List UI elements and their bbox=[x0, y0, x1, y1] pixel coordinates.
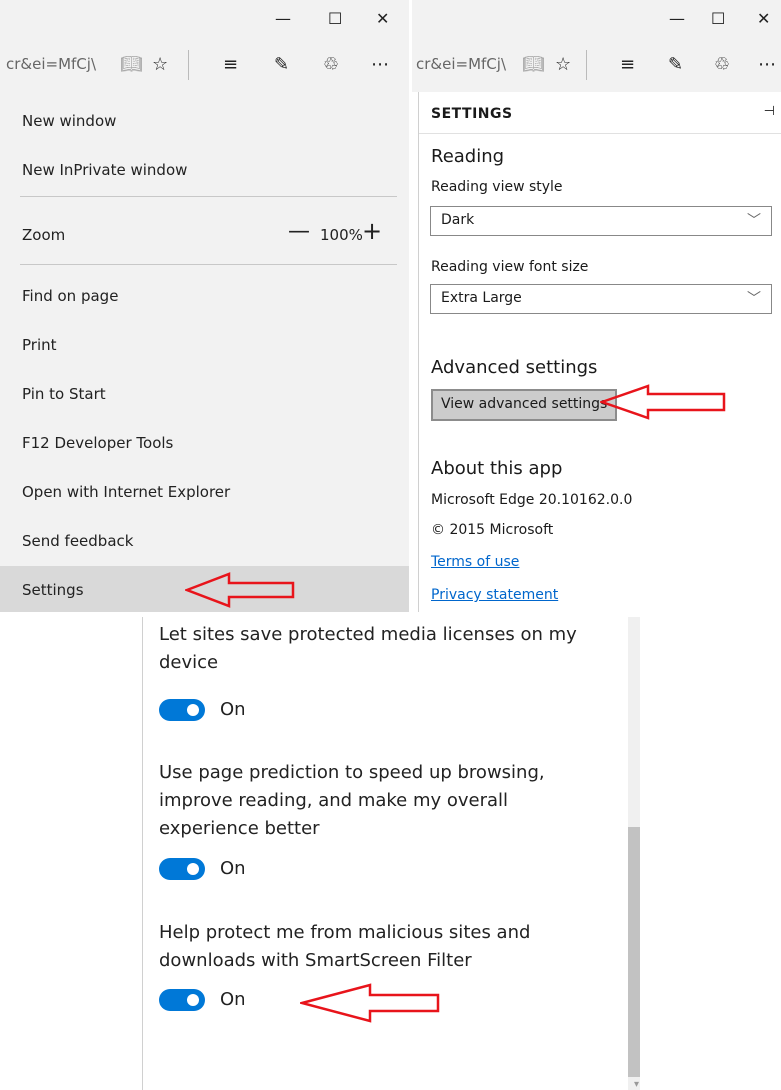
menu-item-feedback[interactable]: Send feedback bbox=[22, 532, 133, 550]
menu-item-new-inprivate[interactable]: New InPrivate window bbox=[22, 161, 187, 179]
more-actions-panel: — ☐ ✕ cr&ei=MfCj\ 📖︎ ☆ ≡ ✎ ♲ ⋯ New windo… bbox=[0, 0, 409, 612]
pin-pane-icon[interactable]: ⊣ bbox=[764, 104, 775, 119]
more-actions-icon[interactable]: ⋯ bbox=[371, 54, 389, 76]
zoom-value: 100% bbox=[320, 226, 363, 244]
title-bar: — ☐ ✕ bbox=[412, 0, 781, 38]
menu-item-settings[interactable]: Settings bbox=[22, 581, 84, 599]
annotation-arrow-icon bbox=[600, 384, 726, 420]
pane-border bbox=[142, 617, 143, 1090]
reading-view-style-select[interactable]: Dark ﹀ bbox=[430, 206, 772, 236]
more-actions-menu: New window New InPrivate window Zoom — 1… bbox=[0, 92, 409, 612]
reading-view-style-value: Dark bbox=[441, 212, 475, 228]
more-actions-icon[interactable]: ⋯ bbox=[758, 54, 776, 76]
menu-item-pin[interactable]: Pin to Start bbox=[22, 385, 106, 403]
terms-of-use-link[interactable]: Terms of use bbox=[431, 554, 519, 570]
page-prediction-toggle[interactable] bbox=[159, 858, 205, 880]
maximize-icon[interactable]: ☐ bbox=[711, 10, 725, 28]
reading-view-icon[interactable]: 📖︎ bbox=[120, 54, 143, 76]
menu-divider bbox=[20, 264, 397, 265]
settings-pane: SETTINGS ⊣ Reading Reading view style Da… bbox=[418, 92, 781, 612]
smartscreen-filter-toggle[interactable] bbox=[159, 989, 205, 1011]
web-note-icon[interactable]: ✎ bbox=[668, 54, 683, 76]
minimize-icon[interactable]: — bbox=[275, 10, 291, 28]
reading-heading: Reading bbox=[431, 146, 505, 167]
copyright-text: © 2015 Microsoft bbox=[431, 522, 554, 538]
header-divider bbox=[419, 133, 781, 134]
protected-media-licenses-label: Let sites save protected media licenses … bbox=[159, 624, 577, 673]
reading-view-icon[interactable]: 📖︎ bbox=[522, 54, 545, 76]
browser-toolbar: cr&ei=MfCj\ 📖︎ ☆ ≡ ✎ ♲ ⋯ bbox=[412, 38, 781, 92]
web-note-icon[interactable]: ✎ bbox=[274, 54, 289, 76]
privacy-statement-link[interactable]: Privacy statement bbox=[431, 587, 558, 603]
hub-icon[interactable]: ≡ bbox=[620, 54, 635, 76]
hub-icon[interactable]: ≡ bbox=[223, 54, 238, 76]
minimize-icon[interactable]: — bbox=[669, 10, 685, 28]
reading-font-size-value: Extra Large bbox=[441, 290, 522, 306]
chevron-down-icon: ﹀ bbox=[747, 291, 761, 307]
reading-font-size-label: Reading view font size bbox=[431, 259, 589, 275]
reading-font-size-select[interactable]: Extra Large ﹀ bbox=[430, 284, 772, 314]
smartscreen-filter-label: Help protect me from malicious sites and… bbox=[159, 922, 531, 971]
settings-panel: — ☐ ✕ cr&ei=MfCj\ 📖︎ ☆ ≡ ✎ ♲ ⋯ SETTINGS … bbox=[412, 0, 781, 612]
advanced-settings-heading: Advanced settings bbox=[431, 357, 598, 378]
settings-header: SETTINGS bbox=[431, 106, 513, 122]
about-heading: About this app bbox=[431, 458, 563, 479]
close-icon[interactable]: ✕ bbox=[376, 10, 389, 28]
menu-item-open-ie[interactable]: Open with Internet Explorer bbox=[22, 483, 230, 501]
menu-divider bbox=[20, 196, 397, 197]
toggle-state-label: On bbox=[220, 699, 246, 720]
advanced-settings-panel: Let sites save protected media licenses … bbox=[142, 617, 640, 1090]
toggle-state-label: On bbox=[220, 989, 246, 1010]
browser-toolbar: cr&ei=MfCj\ 📖︎ ☆ ≡ ✎ ♲ ⋯ bbox=[0, 38, 409, 92]
annotation-arrow-icon bbox=[300, 983, 440, 1023]
version-text: Microsoft Edge 20.10162.0.0 bbox=[431, 492, 633, 508]
toggle-state-label: On bbox=[220, 858, 246, 879]
zoom-in-icon[interactable]: + bbox=[362, 217, 382, 245]
favorite-star-icon[interactable]: ☆ bbox=[555, 54, 571, 76]
zoom-out-icon[interactable]: — bbox=[288, 219, 310, 244]
protected-media-licenses-toggle[interactable] bbox=[159, 699, 205, 721]
view-advanced-settings-button[interactable]: View advanced settings bbox=[431, 389, 618, 421]
scrollbar-thumb[interactable] bbox=[628, 827, 640, 1077]
menu-item-f12[interactable]: F12 Developer Tools bbox=[22, 434, 173, 452]
favorite-star-icon[interactable]: ☆ bbox=[152, 54, 168, 76]
toolbar-divider bbox=[188, 50, 189, 80]
scrollbar[interactable]: ▾ bbox=[628, 617, 640, 1090]
page-prediction-label: Use page prediction to speed up browsing… bbox=[159, 762, 545, 839]
address-bar[interactable]: cr&ei=MfCj\ bbox=[6, 55, 96, 73]
toolbar-divider bbox=[586, 50, 587, 80]
close-icon[interactable]: ✕ bbox=[757, 10, 770, 28]
address-bar[interactable]: cr&ei=MfCj\ bbox=[416, 55, 506, 73]
scroll-down-icon[interactable]: ▾ bbox=[634, 1079, 639, 1090]
menu-item-print[interactable]: Print bbox=[22, 336, 57, 354]
menu-item-zoom: Zoom bbox=[22, 226, 66, 244]
share-icon[interactable]: ♲ bbox=[714, 54, 730, 76]
annotation-arrow-icon bbox=[185, 572, 295, 608]
menu-item-new-window[interactable]: New window bbox=[22, 112, 116, 130]
title-bar: — ☐ ✕ bbox=[0, 0, 409, 38]
menu-item-find[interactable]: Find on page bbox=[22, 287, 118, 305]
maximize-icon[interactable]: ☐ bbox=[328, 10, 342, 28]
share-icon[interactable]: ♲ bbox=[323, 54, 339, 76]
chevron-down-icon: ﹀ bbox=[747, 213, 761, 229]
reading-view-style-label: Reading view style bbox=[431, 179, 563, 195]
